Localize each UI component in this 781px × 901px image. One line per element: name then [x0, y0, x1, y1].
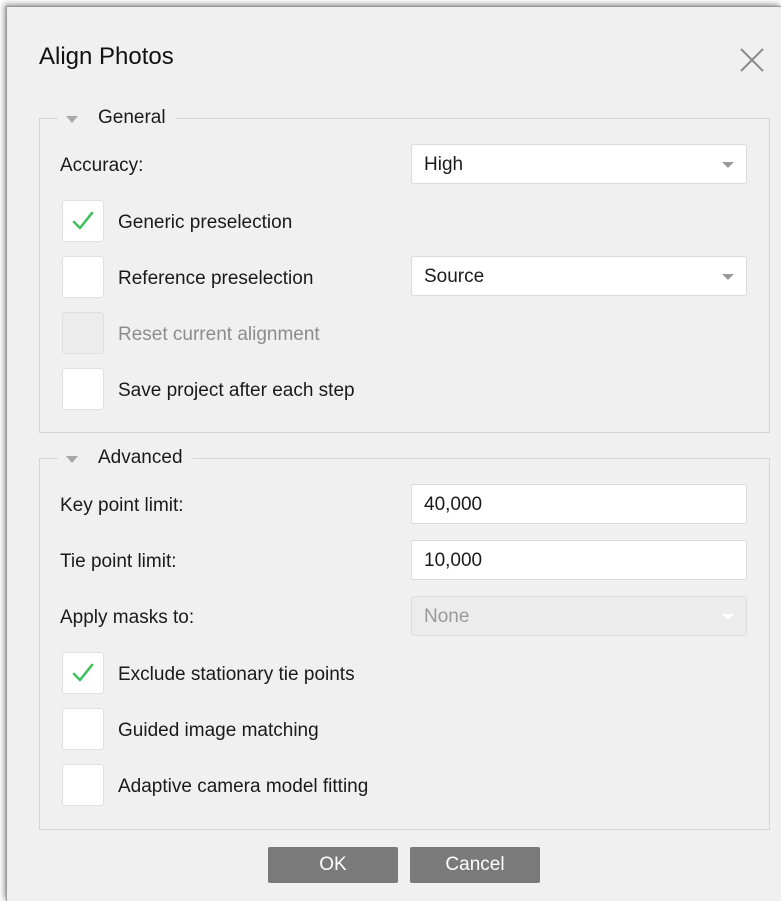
checkmark-icon: [72, 663, 94, 682]
exclude-stationary-label: Exclude stationary tie points: [118, 664, 355, 685]
generic-preselection-checkbox[interactable]: [62, 200, 104, 242]
tie-point-limit-label: Tie point limit:: [60, 551, 177, 572]
reference-source-select[interactable]: Source: [411, 256, 747, 296]
accuracy-value: High: [424, 154, 464, 175]
close-icon[interactable]: [737, 45, 767, 75]
ok-button[interactable]: OK: [268, 847, 398, 883]
reset-alignment-label: Reset current alignment: [118, 324, 320, 345]
save-project-checkbox[interactable]: [62, 368, 104, 410]
collapse-triangle-icon: [66, 455, 78, 463]
apply-masks-label: Apply masks to:: [60, 607, 195, 628]
dialog-title: Align Photos: [39, 43, 174, 70]
advanced-legend: Advanced: [98, 447, 183, 468]
accuracy-select[interactable]: High: [411, 144, 747, 184]
exclude-stationary-checkbox[interactable]: [62, 652, 104, 694]
save-project-label: Save project after each step: [118, 380, 355, 401]
adaptive-fitting-checkbox[interactable]: [62, 764, 104, 806]
tie-point-limit-value: 10,000: [424, 550, 483, 571]
cancel-button[interactable]: Cancel: [410, 847, 540, 883]
reference-preselection-checkbox[interactable]: [62, 256, 104, 298]
advanced-section-toggle[interactable]: Advanced: [58, 444, 193, 472]
key-point-limit-input[interactable]: 40,000: [411, 484, 747, 524]
guided-matching-checkbox[interactable]: [62, 708, 104, 750]
apply-masks-value: None: [424, 606, 470, 627]
align-photos-dialog: Align Photos General Accuracy: High Gene…: [6, 6, 781, 901]
reference-preselection-label: Reference preselection: [118, 268, 314, 289]
general-section-toggle[interactable]: General: [58, 104, 176, 132]
reset-alignment-checkbox: [62, 312, 104, 354]
accuracy-label: Accuracy:: [60, 155, 144, 176]
key-point-limit-value: 40,000: [424, 494, 483, 515]
apply-masks-select: None: [411, 596, 747, 636]
chevron-down-icon: [722, 162, 734, 168]
chevron-down-icon: [722, 274, 734, 280]
general-legend: General: [98, 107, 166, 128]
checkmark-icon: [72, 211, 94, 230]
tie-point-limit-input[interactable]: 10,000: [411, 540, 747, 580]
adaptive-fitting-label: Adaptive camera model fitting: [118, 776, 369, 797]
chevron-down-icon: [722, 614, 734, 620]
key-point-limit-label: Key point limit:: [60, 495, 184, 516]
reference-source-value: Source: [424, 266, 485, 287]
guided-matching-label: Guided image matching: [118, 720, 319, 741]
generic-preselection-label: Generic preselection: [118, 212, 293, 233]
collapse-triangle-icon: [66, 115, 78, 123]
